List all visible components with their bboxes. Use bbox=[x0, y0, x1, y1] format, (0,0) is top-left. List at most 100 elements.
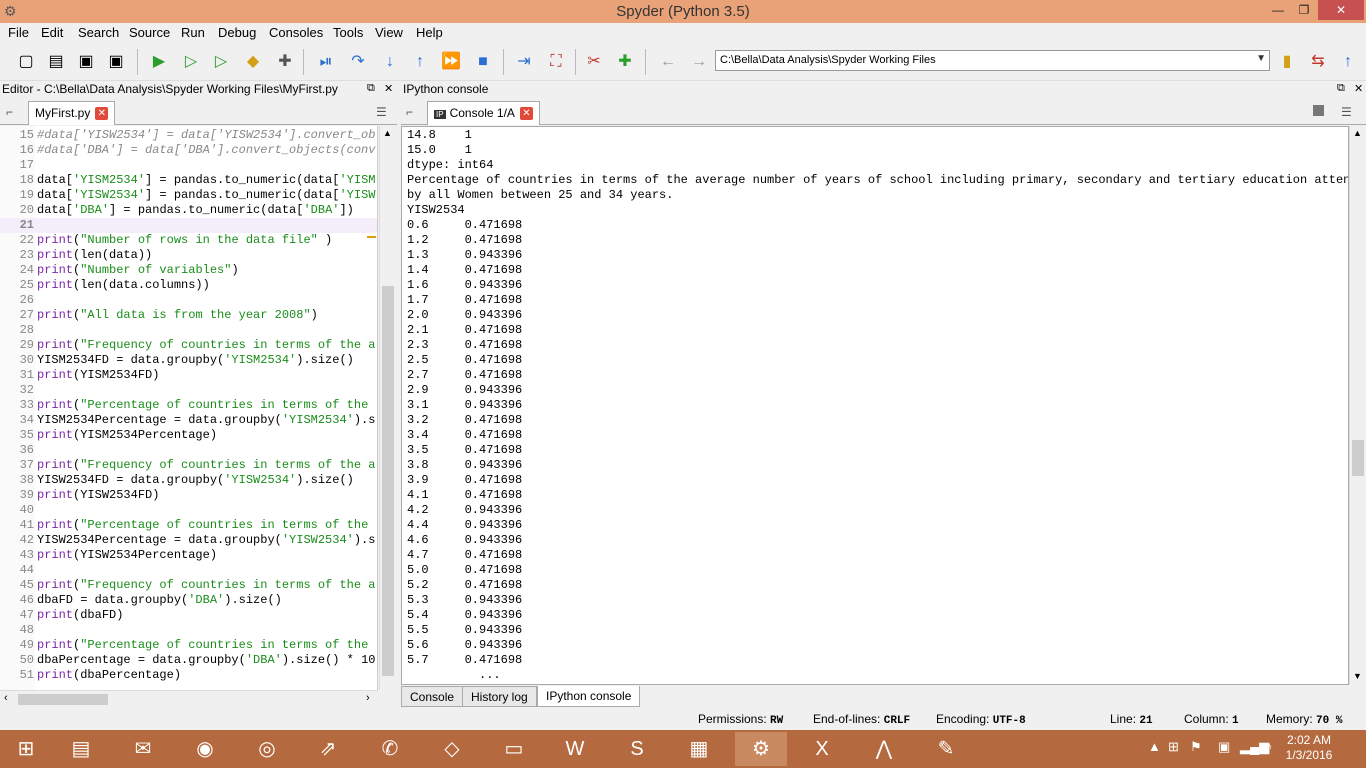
ipython-console-output[interactable]: 14.8 1 15.0 1 dtype: int64 Percentage of co… bbox=[401, 126, 1349, 685]
code-line[interactable]: 44 bbox=[0, 563, 377, 578]
remote-desktop-icon[interactable]: ▦ bbox=[673, 732, 725, 766]
working-directory-input[interactable]: C:\Bella\Data Analysis\Spyder Working Fi… bbox=[715, 50, 1270, 71]
outlook-icon[interactable]: ✉ bbox=[117, 732, 169, 766]
code-line[interactable]: 18 data['YISM2534'] = pandas.to_numeric(d… bbox=[0, 173, 377, 188]
browse-folder-icon[interactable]: ▮ bbox=[1276, 51, 1298, 73]
scroll-right-icon[interactable]: › bbox=[366, 692, 370, 704]
tab-console[interactable]: Console bbox=[401, 686, 464, 707]
continue-icon[interactable]: ⏩ bbox=[440, 51, 462, 73]
code-line[interactable]: 40 bbox=[0, 503, 377, 518]
code-line[interactable]: 37 print("Frequency of countries in terms… bbox=[0, 458, 377, 473]
code-line[interactable]: 19 data['YISW2534'] = pandas.to_numeric(d… bbox=[0, 188, 377, 203]
code-line[interactable]: 32 bbox=[0, 383, 377, 398]
step-over-icon[interactable]: ↷ bbox=[347, 51, 369, 73]
code-line[interactable]: 47 print(dbaFD) bbox=[0, 608, 377, 623]
code-line[interactable]: 25 print(len(data.columns)) bbox=[0, 278, 377, 293]
spyder-taskbar-icon[interactable]: ⚙ bbox=[735, 732, 787, 766]
console-scroll-down-icon[interactable]: ▼ bbox=[1353, 671, 1362, 681]
code-line[interactable]: 41 print("Percentage of countries in term… bbox=[0, 518, 377, 533]
documents-app-icon[interactable]: ▭ bbox=[488, 732, 540, 766]
save-all-icon[interactable]: ▣ bbox=[105, 51, 127, 73]
talk-app-icon[interactable]: ✆ bbox=[364, 732, 416, 766]
menu-tools[interactable]: Tools bbox=[333, 25, 363, 40]
code-line[interactable]: 15 #data['YISW2534'] = data['YISW2534'].c… bbox=[0, 128, 377, 143]
menu-view[interactable]: View bbox=[375, 25, 403, 40]
code-line[interactable]: 27 print("All data is from the year 2008"… bbox=[0, 308, 377, 323]
stop-kernel-icon[interactable] bbox=[1313, 105, 1324, 116]
maximize-pane-icon[interactable]: ⇥ bbox=[513, 51, 535, 73]
editor-options-icon[interactable]: ☰ bbox=[376, 105, 387, 119]
volume-icon[interactable]: ♪ bbox=[1266, 739, 1273, 754]
tab-myfirst[interactable]: MyFirst.py ✕ bbox=[28, 101, 116, 125]
code-line[interactable]: 42 YISW2534Percentage = data.groupby('YIS… bbox=[0, 533, 377, 548]
menu-file[interactable]: File bbox=[8, 25, 29, 40]
file-browse-icon[interactable]: ⌐ bbox=[6, 105, 13, 119]
tray-app-icon[interactable]: ⊞ bbox=[1168, 739, 1179, 755]
code-line[interactable]: 34 YISM2534Percentage = data.groupby('YIS… bbox=[0, 413, 377, 428]
tray-monitor-icon[interactable]: ▣ bbox=[1218, 739, 1230, 755]
editor-scroll-thumb[interactable] bbox=[382, 286, 394, 676]
chevron-down-icon[interactable]: ▼ bbox=[1256, 53, 1266, 64]
pythonpath-manager-icon[interactable]: ✚ bbox=[614, 51, 636, 73]
forward-arrow-icon[interactable]: → bbox=[688, 51, 710, 73]
code-line[interactable]: 26 bbox=[0, 293, 377, 308]
menu-edit[interactable]: Edit bbox=[41, 25, 63, 40]
code-line[interactable]: 16 #data['DBA'] = data['DBA'].convert_obj… bbox=[0, 143, 377, 158]
close-console-tab-icon[interactable]: ✕ bbox=[519, 107, 533, 121]
network-signal-icon[interactable]: ▂▄▆ bbox=[1240, 739, 1269, 755]
code-line[interactable]: 33 print("Percentage of countries in term… bbox=[0, 398, 377, 413]
code-line[interactable]: 43 print(YISW2534Percentage) bbox=[0, 548, 377, 563]
menu-run[interactable]: Run bbox=[181, 25, 205, 40]
acrobat-icon[interactable]: ⋀ bbox=[858, 732, 910, 766]
skype-icon[interactable]: S bbox=[611, 732, 663, 766]
console-scroll-thumb[interactable] bbox=[1352, 440, 1364, 476]
start-button-icon[interactable]: ⊞ bbox=[0, 732, 52, 766]
undock-console-icon[interactable]: ⧉ bbox=[1337, 82, 1345, 95]
code-line[interactable]: 39 print(YISW2534FD) bbox=[0, 488, 377, 503]
stop-debug-icon[interactable]: ■ bbox=[472, 51, 494, 73]
word-icon[interactable]: W bbox=[549, 732, 601, 766]
paint-icon[interactable]: ✎ bbox=[920, 732, 972, 766]
run-cell-advance-icon[interactable]: ▷ bbox=[210, 51, 232, 73]
notes-app-icon[interactable]: ◇ bbox=[426, 732, 478, 766]
scroll-up-icon[interactable]: ▲ bbox=[383, 128, 392, 138]
back-arrow-icon[interactable]: ← bbox=[657, 51, 679, 73]
menu-help[interactable]: Help bbox=[416, 25, 443, 40]
code-line[interactable]: 17 bbox=[0, 158, 377, 173]
code-line[interactable]: 29 print("Frequency of countries in terms… bbox=[0, 338, 377, 353]
save-icon[interactable]: ▣ bbox=[75, 51, 97, 73]
tray-expand-icon[interactable]: ▲ bbox=[1148, 739, 1161, 754]
close-tab-icon[interactable]: ✕ bbox=[95, 107, 109, 121]
console-vertical-scrollbar[interactable]: ▲ ▼ bbox=[1349, 126, 1366, 685]
code-line[interactable]: 20 data['DBA'] = pandas.to_numeric(data['… bbox=[0, 203, 377, 218]
undock-editor-icon[interactable]: ⧉ bbox=[367, 82, 375, 95]
editor-horizontal-scrollbar[interactable]: ‹ › bbox=[0, 690, 378, 707]
code-line[interactable]: 38 YISW2534FD = data.groupby('YISW2534').… bbox=[0, 473, 377, 488]
configure-run-icon[interactable]: ✚ bbox=[274, 51, 296, 73]
excel-icon[interactable]: X bbox=[796, 732, 848, 766]
step-return-icon[interactable]: ↑ bbox=[409, 51, 431, 73]
taskbar-clock[interactable]: 2:02 AM 1/3/2016 bbox=[1274, 733, 1344, 763]
run-selection-icon[interactable]: ◆ bbox=[242, 51, 264, 73]
preferences-icon[interactable]: ✂ bbox=[583, 51, 605, 73]
minimize-button[interactable]: — bbox=[1266, 0, 1290, 20]
code-line[interactable]: 35 print(YISM2534Percentage) bbox=[0, 428, 377, 443]
code-line[interactable]: 28 bbox=[0, 323, 377, 338]
menu-consoles[interactable]: Consoles bbox=[269, 25, 323, 40]
close-button[interactable]: ✕ bbox=[1318, 0, 1364, 20]
code-line[interactable]: 21 bbox=[0, 218, 377, 233]
code-line[interactable]: 31 print(YISM2534FD) bbox=[0, 368, 377, 383]
console-browse-icon[interactable]: ⌐ bbox=[406, 105, 413, 119]
run-cell-icon[interactable]: ▷ bbox=[180, 51, 202, 73]
code-line[interactable]: 51 print(dbaPercentage) bbox=[0, 668, 377, 683]
code-line[interactable]: 46 dbaFD = data.groupby('DBA').size() bbox=[0, 593, 377, 608]
tab-history-log[interactable]: History log bbox=[462, 686, 537, 707]
code-line[interactable]: 22 print("Number of rows in the data file… bbox=[0, 233, 377, 248]
code-line[interactable]: 50 dbaPercentage = data.groupby('DBA').si… bbox=[0, 653, 377, 668]
console-options-icon[interactable]: ☰ bbox=[1341, 105, 1352, 119]
code-line[interactable]: 23 print(len(data)) bbox=[0, 248, 377, 263]
menu-source[interactable]: Source bbox=[129, 25, 170, 40]
code-line[interactable]: 49 print("Percentage of countries in term… bbox=[0, 638, 377, 653]
console-scroll-up-icon[interactable]: ▲ bbox=[1353, 128, 1362, 138]
fullscreen-icon[interactable]: ⛶ bbox=[545, 51, 567, 73]
